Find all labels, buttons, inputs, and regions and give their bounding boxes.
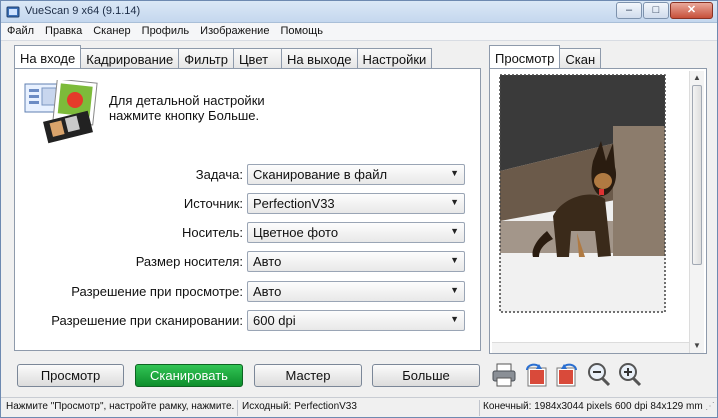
chevron-down-icon: ▼: [450, 255, 459, 265]
zoom-in-icon[interactable]: [617, 362, 643, 388]
rotate-right-icon[interactable]: [554, 362, 580, 388]
status-divider: [237, 400, 238, 416]
tab-scan[interactable]: Скан: [559, 48, 602, 68]
tab-filter[interactable]: Фильтр: [178, 48, 234, 68]
media-label: Носитель:: [182, 225, 243, 240]
chevron-down-icon: ▼: [450, 168, 459, 178]
wizard-button[interactable]: Мастер: [254, 364, 362, 387]
scan-button[interactable]: Сканировать: [135, 364, 243, 387]
media-size-select[interactable]: Авто ▼: [247, 251, 465, 272]
status-bar: Нажмите "Просмотр", настройте рамку, наж…: [1, 397, 717, 417]
task-select[interactable]: Сканирование в файл ▼: [247, 164, 465, 185]
scan-resolution-value: 600 dpi: [253, 313, 296, 328]
menu-file[interactable]: Файл: [1, 23, 39, 40]
settings-tabs: На входе Кадрирование Фильтр Цвет На вых…: [14, 45, 433, 68]
status-source: Исходный: PerfectionV33: [242, 401, 357, 412]
minimize-button[interactable]: –: [616, 2, 642, 19]
title-bar[interactable]: VueScan 9 x64 (9.1.14) – □ ✕: [1, 1, 717, 23]
more-button[interactable]: Больше: [372, 364, 480, 387]
status-divider: [479, 400, 480, 416]
chevron-down-icon: ▼: [450, 226, 459, 236]
chevron-down-icon: ▼: [450, 285, 459, 295]
menu-edit[interactable]: Правка: [39, 23, 87, 40]
preview-horizontal-scrollbar[interactable]: [492, 342, 689, 353]
source-value: PerfectionV33: [253, 196, 335, 211]
media-size-value: Авто: [253, 254, 282, 269]
scanner-photos-icon: [24, 80, 98, 144]
preview-resolution-label: Разрешение при просмотре:: [71, 284, 243, 299]
tab-output[interactable]: На выходе: [280, 48, 358, 68]
media-select[interactable]: Цветное фото ▼: [247, 222, 465, 243]
scroll-down-icon[interactable]: ▼: [690, 339, 704, 353]
preview-resolution-value: Авто: [253, 284, 282, 299]
tab-crop[interactable]: Кадрирование: [80, 48, 180, 68]
menu-image[interactable]: Изображение: [194, 23, 274, 40]
source-select[interactable]: PerfectionV33 ▼: [247, 193, 465, 214]
chevron-down-icon: ▼: [450, 314, 459, 324]
scan-resolution-label: Разрешение при сканировании:: [51, 313, 243, 328]
rotate-left-icon[interactable]: [523, 362, 549, 388]
tab-input[interactable]: На входе: [14, 45, 82, 68]
tab-color[interactable]: Цвет: [232, 48, 282, 68]
menu-bar: Файл Правка Сканер Профиль Изображение П…: [1, 23, 717, 41]
info-message: Для детальной настройки нажмите кнопку Б…: [109, 93, 265, 123]
info-line-2: нажмите кнопку Больше.: [109, 108, 260, 123]
maximize-button[interactable]: □: [643, 2, 669, 19]
scrollbar-thumb[interactable]: [692, 85, 702, 265]
chevron-down-icon: ▼: [450, 197, 459, 207]
preview-image[interactable]: [493, 71, 689, 341]
preview-tabs: Просмотр Скан: [489, 45, 602, 68]
source-label: Источник:: [183, 196, 243, 211]
tab-preview[interactable]: Просмотр: [489, 45, 561, 68]
zoom-out-icon[interactable]: [586, 362, 612, 388]
tab-prefs[interactable]: Настройки: [356, 48, 433, 68]
resize-grip-icon[interactable]: ⋰: [705, 401, 715, 412]
status-output: Конечный: 1984x3044 pixels 600 dpi 84x12…: [483, 401, 703, 412]
window-title: VueScan 9 x64 (9.1.14): [25, 5, 141, 17]
info-line-1: Для детальной настройки: [109, 93, 265, 108]
menu-scanner[interactable]: Сканер: [87, 23, 135, 40]
task-label: Задача:: [195, 167, 243, 182]
menu-profile[interactable]: Профиль: [136, 23, 195, 40]
scroll-up-icon[interactable]: ▲: [690, 71, 704, 85]
vuescan-app-icon: [6, 6, 20, 18]
scan-resolution-select[interactable]: 600 dpi ▼: [247, 310, 465, 331]
media-size-label: Размер носителя:: [135, 254, 243, 269]
vuescan-window: VueScan 9 x64 (9.1.14) – □ ✕ Файл Правка…: [0, 0, 718, 418]
preview-resolution-select[interactable]: Авто ▼: [247, 281, 465, 302]
status-hint: Нажмите "Просмотр", настройте рамку, наж…: [6, 401, 234, 412]
close-button[interactable]: ✕: [670, 2, 713, 19]
preview-vertical-scrollbar[interactable]: ▲ ▼: [689, 71, 704, 353]
task-value: Сканирование в файл: [253, 167, 388, 182]
preview-button[interactable]: Просмотр: [17, 364, 124, 387]
menu-help[interactable]: Помощь: [274, 23, 328, 40]
media-value: Цветное фото: [253, 225, 339, 240]
printer-icon[interactable]: [491, 362, 517, 388]
